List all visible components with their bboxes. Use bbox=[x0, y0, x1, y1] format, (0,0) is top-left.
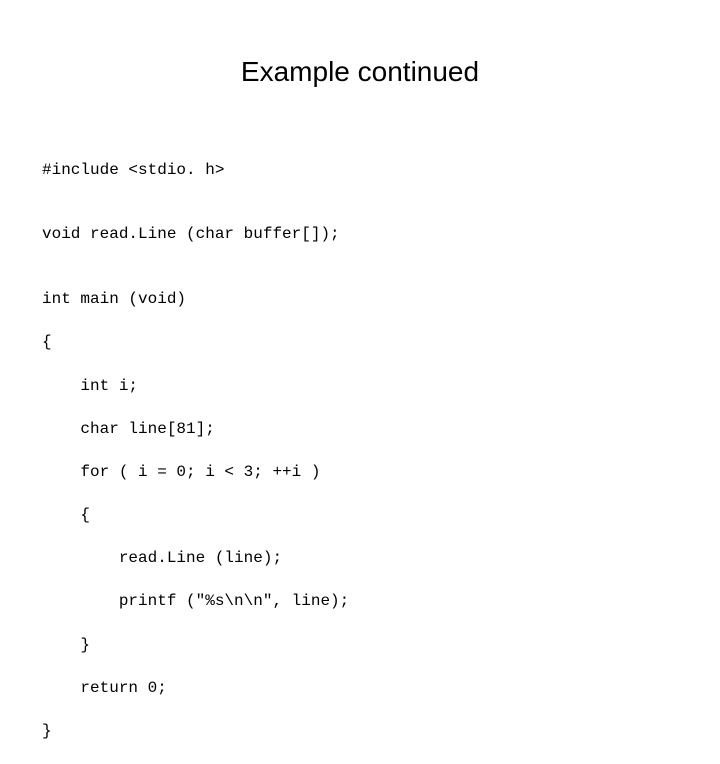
code-line: void read.Line (char buffer[]); bbox=[42, 224, 349, 246]
code-line: } bbox=[42, 635, 349, 657]
code-line: { bbox=[42, 332, 349, 354]
page-title: Example continued bbox=[0, 56, 720, 88]
code-line: } bbox=[42, 721, 349, 743]
code-line: char line[81]; bbox=[42, 419, 349, 441]
code-line: int i; bbox=[42, 376, 349, 398]
code-block: #include <stdio. h> void read.Line (char… bbox=[42, 138, 349, 764]
code-line: { bbox=[42, 505, 349, 527]
code-line: return 0; bbox=[42, 678, 349, 700]
code-line: printf ("%s\n\n", line); bbox=[42, 591, 349, 613]
code-line: #include <stdio. h> bbox=[42, 160, 349, 182]
code-line: int main (void) bbox=[42, 289, 349, 311]
code-line: read.Line (line); bbox=[42, 548, 349, 570]
code-line: for ( i = 0; i < 3; ++i ) bbox=[42, 462, 349, 484]
